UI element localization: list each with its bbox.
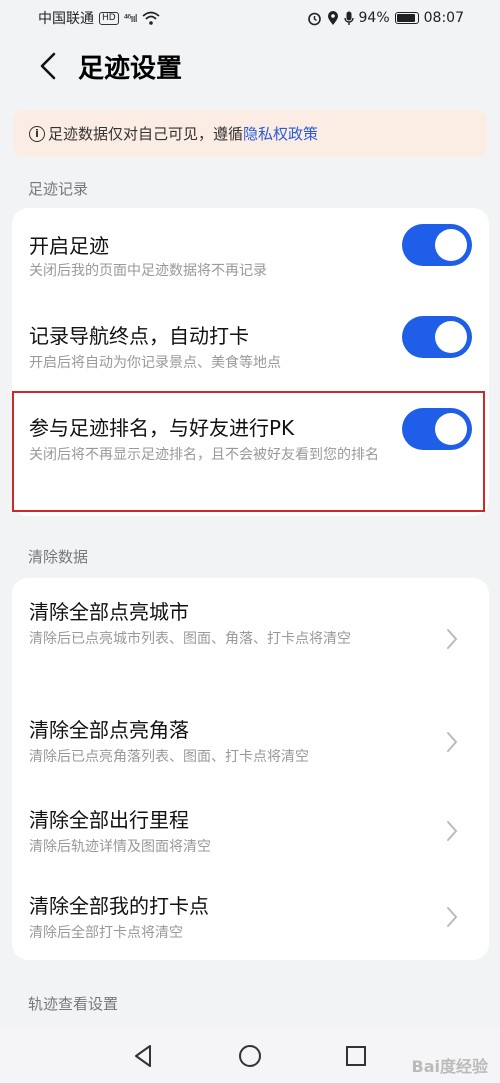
row-subtitle: 清除后已点亮城市列表、图面、角落、打卡点将清空	[29, 631, 351, 647]
clear-row-corners[interactable]: 清除全部点亮角落 清除后已点亮角落列表、图面、打卡点将清空	[12, 694, 489, 784]
nav-recents-button[interactable]	[342, 1042, 370, 1070]
row-subtitle: 关闭后我的页面中足迹数据将不再记录	[29, 263, 267, 279]
nav-home-button[interactable]	[236, 1042, 264, 1070]
carrier-label: 中国联通	[38, 11, 94, 27]
auto-checkin-toggle[interactable]	[402, 316, 472, 358]
status-bar: 中国联通 HD ⁴⁶ııl 94% 08:07	[0, 0, 500, 36]
alarm-icon	[307, 12, 321, 25]
battery-percent: 94%	[358, 10, 390, 26]
page-title: 足迹设置	[78, 53, 183, 84]
privacy-policy-link[interactable]: 隐私权政策	[243, 123, 318, 144]
battery-icon	[394, 12, 419, 24]
row-subtitle: 清除后已点亮角落列表、图面、打卡点将清空	[29, 749, 309, 765]
privacy-notice: i 足迹数据仅对自己可见，遵循 隐私权政策	[13, 110, 487, 157]
chevron-right-icon	[447, 732, 458, 752]
clear-row-mileage[interactable]: 清除全部出行里程 清除后轨迹详情及图面将清空	[12, 784, 489, 872]
notice-text: 足迹数据仅对自己可见，遵循	[48, 125, 244, 143]
chevron-right-icon	[447, 629, 458, 649]
signal-icon: ⁴⁶ııl	[123, 11, 138, 25]
row-title: 开启足迹	[29, 234, 109, 258]
hd-badge: HD	[99, 11, 119, 25]
row-title: 记录导航终点，自动打卡	[29, 324, 249, 348]
row-title: 清除全部点亮角落	[29, 718, 189, 742]
clear-row-cities[interactable]: 清除全部点亮城市 清除后已点亮城市列表、图面、角落、打卡点将清空	[12, 578, 489, 694]
microphone-icon	[343, 11, 354, 25]
section-label-footprint-record: 足迹记录	[28, 180, 89, 198]
status-right: 94% 08:07	[307, 10, 464, 26]
clock-time: 08:07	[423, 10, 464, 26]
chevron-right-icon	[447, 821, 458, 841]
toggle-row-auto-checkin: 记录导航终点，自动打卡 开启后将自动为你记录景点、美食等地点	[12, 298, 489, 390]
row-title: 清除全部点亮城市	[29, 600, 189, 624]
clear-data-card: 清除全部点亮城市 清除后已点亮城市列表、图面、角落、打卡点将清空 清除全部点亮角…	[12, 578, 489, 960]
row-title: 清除全部我的打卡点	[29, 894, 209, 918]
wifi-icon	[142, 11, 160, 25]
row-subtitle: 清除后全部打卡点将清空	[29, 925, 183, 941]
info-icon: i	[29, 125, 45, 142]
watermark-logo: Bai度经验	[411, 1057, 488, 1076]
enable-footprint-toggle[interactable]	[402, 224, 472, 266]
chevron-left-icon	[40, 52, 56, 80]
clear-row-checkins[interactable]: 清除全部我的打卡点 清除后全部打卡点将清空	[12, 872, 489, 960]
row-subtitle: 开启后将自动为你记录景点、美食等地点	[29, 355, 281, 371]
nav-back-button[interactable]	[130, 1042, 158, 1070]
highlight-box	[12, 391, 485, 512]
back-button[interactable]	[22, 40, 74, 92]
chevron-right-icon	[447, 907, 458, 927]
toggle-row-enable-footprint: 开启足迹 关闭后我的页面中足迹数据将不再记录	[12, 208, 489, 298]
header: 足迹设置	[0, 40, 500, 92]
system-nav-bar: Bai度经验	[0, 1028, 500, 1083]
row-subtitle: 清除后轨迹详情及图面将清空	[29, 839, 211, 855]
status-left: 中国联通 HD ⁴⁶ııl	[38, 8, 160, 28]
row-title: 清除全部出行里程	[29, 808, 189, 832]
section-label-clear-data: 清除数据	[28, 548, 89, 566]
location-icon	[327, 10, 338, 25]
section-label-track-view: 轨迹查看设置	[28, 995, 119, 1013]
